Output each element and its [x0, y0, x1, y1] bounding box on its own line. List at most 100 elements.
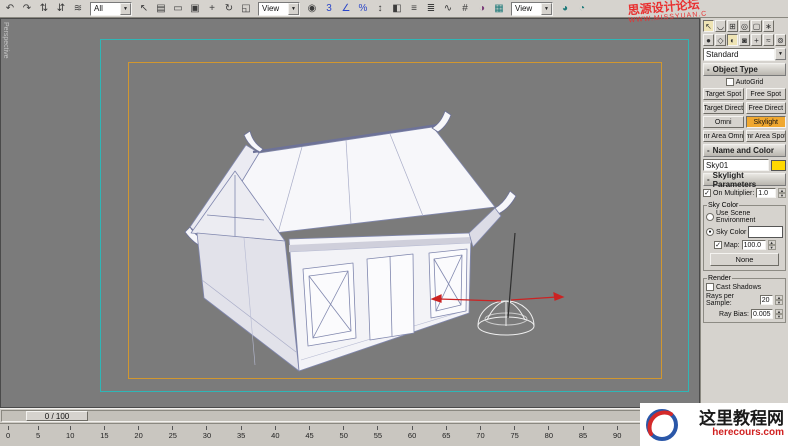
rays-per-sample-field[interactable]: 20	[760, 295, 773, 305]
material-editor-icon[interactable]: ◑	[474, 1, 490, 16]
mirror-icon[interactable]: ◧	[389, 1, 405, 16]
rollout-skylight-parameters[interactable]: - Skylight Parameters	[703, 173, 786, 186]
category-lights[interactable]: ◐	[727, 34, 738, 46]
light-type-button[interactable]: Free Direct	[746, 102, 787, 114]
schematic-view-icon[interactable]: #	[457, 1, 473, 16]
toolbar-group-history: ↶↷⇅⇵≋	[2, 1, 86, 16]
spinner-down-icon[interactable]: ▼	[775, 300, 783, 305]
window-crossing-icon[interactable]: ▣	[187, 1, 203, 16]
toolbar-group-tools: ◉3∠%↕◧≡≣∿#◑▦	[304, 1, 507, 16]
light-type-button[interactable]: Target Spot	[703, 88, 744, 100]
light-type-button[interactable]: Target Direct	[703, 102, 744, 114]
category-cameras[interactable]: ◙	[739, 34, 750, 46]
use-pivot-point-icon[interactable]: ◉	[304, 1, 320, 16]
light-type-dropdown[interactable]: Standard ▼	[703, 48, 786, 61]
tab-motion[interactable]: ◎	[739, 20, 750, 32]
tab-utilities[interactable]: ∗	[763, 20, 774, 32]
select-and-move-icon[interactable]: +	[204, 1, 220, 16]
frame-tick: 50	[340, 426, 348, 440]
track-bar[interactable]: 0510152025303540455055606570758085909510…	[0, 423, 700, 446]
chevron-down-icon[interactable]: ▼	[541, 3, 552, 15]
ray-bias-label: Ray Bias:	[719, 311, 749, 318]
spinner-down-icon[interactable]: ▼	[778, 193, 786, 198]
house-window-right	[429, 249, 467, 318]
object-color-swatch[interactable]	[771, 160, 786, 171]
multiplier-spinner[interactable]: ▲▼	[778, 188, 786, 198]
snap-toggle-icon[interactable]: 3	[321, 1, 337, 16]
map-checkbox[interactable]: ✓	[714, 241, 722, 249]
perspective-viewport[interactable]: Perspective	[0, 18, 700, 408]
percent-snap-icon[interactable]: %	[355, 1, 371, 16]
category-helpers[interactable]: +	[751, 34, 762, 46]
chevron-down-icon[interactable]: ▼	[775, 48, 786, 60]
category-space-warps[interactable]: ≈	[763, 34, 774, 46]
render-setup-icon[interactable]: ▦	[491, 1, 507, 16]
reference-coordinate-dropdown[interactable]: View ▼	[258, 2, 300, 16]
cast-shadows-checkbox[interactable]	[706, 283, 714, 291]
redo-icon[interactable]: ↷	[19, 1, 35, 16]
rollout-name-and-color[interactable]: - Name and Color	[703, 144, 786, 157]
autogrid-label: AutoGrid	[736, 79, 764, 86]
light-type-button[interactable]: Skylight	[746, 116, 787, 128]
multiplier-field[interactable]: 1.0	[756, 188, 776, 198]
light-type-button[interactable]: Omni	[703, 116, 744, 128]
selection-filter-dropdown[interactable]: All ▼	[90, 2, 132, 16]
quick-render-icon[interactable]: ◕	[557, 1, 573, 16]
select-and-rotate-icon[interactable]: ↻	[221, 1, 237, 16]
rollout-object-type[interactable]: - Object Type	[703, 63, 786, 76]
map-amount-field[interactable]: 100.0	[742, 240, 766, 250]
time-slider[interactable]: 0 / 100	[0, 408, 700, 423]
spinner-snap-icon[interactable]: ↕	[372, 1, 388, 16]
spinner-down-icon[interactable]: ▼	[768, 245, 776, 250]
time-slider-track[interactable]: 0 / 100	[1, 410, 699, 422]
light-type-button[interactable]: mr Area Spot	[746, 130, 787, 142]
category-systems[interactable]: ⊚	[775, 34, 786, 46]
align-icon[interactable]: ≡	[406, 1, 422, 16]
map-none-button[interactable]: None	[710, 253, 779, 266]
tab-display[interactable]: ▢	[751, 20, 762, 32]
sky-color-swatch[interactable]	[748, 226, 783, 238]
select-and-link-icon[interactable]: ⇅	[36, 1, 52, 16]
tab-create[interactable]: ↖	[703, 20, 714, 32]
collapse-icon[interactable]: -	[707, 175, 710, 184]
render-last-icon[interactable]: ◔	[574, 1, 590, 16]
select-and-scale-icon[interactable]: ◱	[238, 1, 254, 16]
house-door	[367, 254, 414, 340]
house-model[interactable]	[185, 111, 516, 371]
layer-manager-icon[interactable]: ≣	[423, 1, 439, 16]
command-panel-tabs: ↖◡⊞◎▢∗	[703, 20, 786, 32]
chevron-down-icon[interactable]: ▼	[120, 3, 131, 15]
collapse-icon[interactable]: -	[707, 146, 710, 155]
angle-snap-icon[interactable]: ∠	[338, 1, 354, 16]
spinner-down-icon[interactable]: ▼	[775, 314, 783, 319]
map-spinner[interactable]: ▲▼	[768, 240, 776, 250]
autogrid-checkbox[interactable]	[726, 78, 734, 86]
select-object-icon[interactable]: ↖	[136, 1, 152, 16]
render-type-dropdown[interactable]: View ▼	[511, 2, 553, 16]
frame-tick: 0	[6, 426, 10, 440]
category-geometry[interactable]: ●	[703, 34, 714, 46]
object-name-input[interactable]: Sky01	[703, 159, 769, 171]
unlink-selection-icon[interactable]: ⇵	[53, 1, 69, 16]
ray-bias-field[interactable]: 0.005	[751, 309, 773, 319]
light-type-button[interactable]: Free Spot	[746, 88, 787, 100]
chevron-down-icon[interactable]: ▼	[288, 3, 299, 15]
rectangular-selection-region-icon[interactable]: ▭	[170, 1, 186, 16]
ray-bias-spinner[interactable]: ▲▼	[775, 309, 783, 319]
tab-modify[interactable]: ◡	[715, 20, 726, 32]
on-checkbox[interactable]: ✓	[703, 189, 711, 197]
category-shapes[interactable]: ◇	[715, 34, 726, 46]
use-scene-environment-radio[interactable]	[706, 213, 714, 221]
scene-3d	[1, 19, 700, 408]
time-slider-handle[interactable]: 0 / 100	[26, 411, 88, 421]
light-type-button[interactable]: mr Area Omni	[703, 130, 744, 142]
select-by-name-icon[interactable]: ▤	[153, 1, 169, 16]
skylight-gizmo[interactable]	[478, 301, 534, 335]
collapse-icon[interactable]: -	[707, 65, 710, 74]
bind-to-space-warp-icon[interactable]: ≋	[70, 1, 86, 16]
undo-icon[interactable]: ↶	[2, 1, 18, 16]
rays-spinner[interactable]: ▲▼	[775, 295, 783, 305]
curve-editor-icon[interactable]: ∿	[440, 1, 456, 16]
tab-hierarchy[interactable]: ⊞	[727, 20, 738, 32]
sky-color-radio[interactable]: ●	[706, 228, 714, 236]
